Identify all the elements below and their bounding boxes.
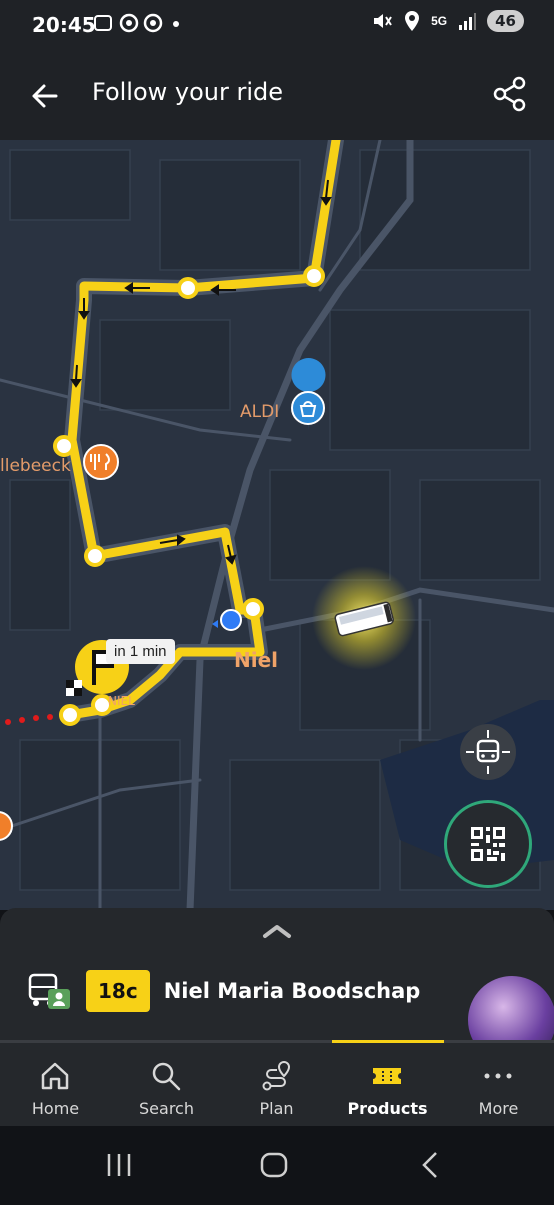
qr-code-icon xyxy=(471,827,505,861)
town-label: Niel xyxy=(234,648,279,672)
nav-products[interactable]: Products xyxy=(332,1043,443,1129)
search-icon xyxy=(152,1062,181,1091)
status-right: 5G 46 xyxy=(371,10,524,32)
nav-home[interactable]: Home xyxy=(0,1043,111,1129)
recents-icon xyxy=(107,1154,131,1176)
ride-info: 18c Niel Maria Boodschap xyxy=(28,970,420,1012)
ticket-icon xyxy=(373,1068,401,1084)
nav-label-plan: Plan xyxy=(259,1099,294,1118)
line-number-badge: 18c xyxy=(86,970,150,1012)
back-button[interactable] xyxy=(26,76,66,116)
nav-label-more: More xyxy=(478,1099,519,1118)
status-time: 20:45 xyxy=(32,13,96,37)
system-nav-buttons xyxy=(107,1152,437,1178)
more-icon xyxy=(484,1073,512,1079)
signal-icon xyxy=(459,13,477,30)
nav-search[interactable]: Search xyxy=(111,1043,222,1129)
nav-more[interactable]: More xyxy=(443,1043,554,1129)
eta-callout: in 1 min xyxy=(106,639,175,664)
home-system-icon xyxy=(260,1152,288,1178)
nav-label-products: Products xyxy=(347,1099,428,1118)
location-icon xyxy=(405,11,420,31)
aldi-label: ALDI xyxy=(240,402,280,422)
ride-destination: Niel Maria Boodschap xyxy=(163,979,421,1003)
restaurant-label: llebeeck xyxy=(0,456,71,476)
notification-icon-group xyxy=(94,13,179,33)
nav-label-search: Search xyxy=(139,1099,194,1118)
back-system-icon xyxy=(422,1152,437,1178)
map-canvas xyxy=(0,140,554,910)
nav-label-home: Home xyxy=(31,1099,80,1118)
map-view[interactable]: ALDI llebeeck Niel NIEL in 1 min xyxy=(0,140,554,910)
chevron-up-icon[interactable] xyxy=(262,922,292,940)
bus-target-icon xyxy=(466,730,510,774)
page-title: Follow your ride xyxy=(92,78,284,106)
walking-path xyxy=(5,714,53,725)
route-icon xyxy=(262,1060,291,1091)
bottom-nav: Home Search Plan Products More xyxy=(0,1040,554,1129)
bus-stop-icon xyxy=(28,973,70,1009)
app-bar: Follow your ride xyxy=(0,52,554,140)
arrow-left-icon xyxy=(32,84,58,108)
user-location xyxy=(212,609,242,631)
aldi-pin xyxy=(291,358,326,430)
network-type: 5G xyxy=(431,14,448,28)
qr-ticket-button[interactable] xyxy=(444,800,532,888)
poi-pin-partial xyxy=(0,811,13,841)
status-bar: 20:45 5G 46 xyxy=(0,0,554,52)
system-nav-bar xyxy=(0,1126,554,1200)
notification-icons xyxy=(93,12,183,41)
nav-plan[interactable]: Plan xyxy=(221,1043,332,1129)
dot-icon xyxy=(173,21,179,27)
stop-label: NIEL xyxy=(108,694,135,708)
restaurant-pin xyxy=(83,444,119,480)
share-button[interactable] xyxy=(490,74,530,114)
center-bus-button[interactable] xyxy=(460,724,516,780)
battery-level: 46 xyxy=(487,10,524,32)
home-icon xyxy=(41,1062,69,1090)
mute-icon xyxy=(374,14,392,28)
live-bus xyxy=(312,566,416,670)
share-icon xyxy=(493,76,526,112)
screenshot-icon xyxy=(94,15,112,31)
